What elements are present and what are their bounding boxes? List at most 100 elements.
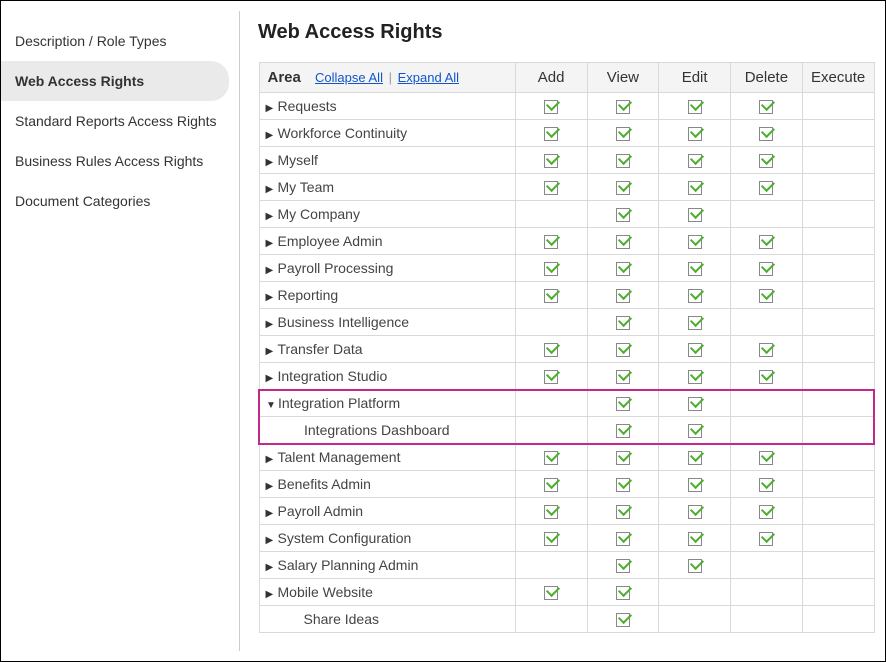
area-label[interactable]: Business Intelligence (278, 314, 410, 330)
checkbox-add[interactable] (544, 505, 558, 519)
area-label[interactable]: System Configuration (278, 530, 412, 546)
checkbox-add[interactable] (544, 100, 558, 114)
chevron-right-icon[interactable]: ▶ (266, 535, 276, 546)
area-label[interactable]: Myself (278, 152, 318, 168)
area-label[interactable]: Workforce Continuity (278, 125, 408, 141)
checkbox-edit[interactable] (688, 289, 702, 303)
checkbox-view[interactable] (616, 181, 630, 195)
checkbox-view[interactable] (616, 370, 630, 384)
sidebar-item-business-rules-access-rights[interactable]: Business Rules Access Rights (1, 141, 239, 181)
checkbox-add[interactable] (544, 127, 558, 141)
checkbox-add[interactable] (544, 451, 558, 465)
chevron-right-icon[interactable]: ▶ (266, 562, 276, 573)
checkbox-view[interactable] (616, 343, 630, 357)
area-label[interactable]: Employee Admin (278, 233, 383, 249)
checkbox-edit[interactable] (688, 451, 702, 465)
checkbox-view[interactable] (616, 397, 630, 411)
checkbox-edit[interactable] (688, 478, 702, 492)
chevron-right-icon[interactable]: ▶ (266, 211, 276, 222)
checkbox-edit[interactable] (688, 397, 702, 411)
checkbox-view[interactable] (616, 586, 630, 600)
checkbox-edit[interactable] (688, 100, 702, 114)
expand-all-link[interactable]: Expand All (398, 70, 459, 85)
checkbox-edit[interactable] (688, 154, 702, 168)
checkbox-view[interactable] (616, 208, 630, 222)
checkbox-add[interactable] (544, 532, 558, 546)
checkbox-view[interactable] (616, 262, 630, 276)
chevron-right-icon[interactable]: ▶ (266, 481, 276, 492)
checkbox-delete[interactable] (759, 235, 773, 249)
area-label[interactable]: My Company (278, 206, 360, 222)
chevron-right-icon[interactable]: ▶ (266, 157, 276, 168)
checkbox-delete[interactable] (759, 451, 773, 465)
checkbox-edit[interactable] (688, 532, 702, 546)
checkbox-view[interactable] (616, 235, 630, 249)
checkbox-add[interactable] (544, 154, 558, 168)
checkbox-view[interactable] (616, 127, 630, 141)
checkbox-delete[interactable] (759, 478, 773, 492)
sidebar-item-web-access-rights[interactable]: Web Access Rights (1, 61, 229, 101)
checkbox-edit[interactable] (688, 181, 702, 195)
checkbox-edit[interactable] (688, 424, 702, 438)
checkbox-add[interactable] (544, 235, 558, 249)
checkbox-view[interactable] (616, 100, 630, 114)
checkbox-add[interactable] (544, 343, 558, 357)
checkbox-edit[interactable] (688, 370, 702, 384)
checkbox-add[interactable] (544, 478, 558, 492)
checkbox-edit[interactable] (688, 559, 702, 573)
checkbox-edit[interactable] (688, 208, 702, 222)
checkbox-edit[interactable] (688, 505, 702, 519)
checkbox-edit[interactable] (688, 262, 702, 276)
area-label[interactable]: Mobile Website (278, 584, 373, 600)
checkbox-view[interactable] (616, 154, 630, 168)
area-label[interactable]: Integration Platform (278, 395, 400, 411)
chevron-right-icon[interactable]: ▶ (266, 589, 276, 600)
area-label[interactable]: Reporting (278, 287, 339, 303)
checkbox-delete[interactable] (759, 181, 773, 195)
checkbox-edit[interactable] (688, 127, 702, 141)
checkbox-delete[interactable] (759, 370, 773, 384)
chevron-right-icon[interactable]: ▶ (266, 454, 276, 465)
checkbox-view[interactable] (616, 559, 630, 573)
area-label[interactable]: Requests (278, 98, 337, 114)
checkbox-delete[interactable] (759, 100, 773, 114)
checkbox-add[interactable] (544, 370, 558, 384)
checkbox-view[interactable] (616, 289, 630, 303)
chevron-right-icon[interactable]: ▶ (266, 346, 276, 357)
checkbox-view[interactable] (616, 613, 630, 627)
chevron-right-icon[interactable]: ▶ (266, 103, 276, 114)
chevron-right-icon[interactable]: ▶ (266, 292, 276, 303)
chevron-right-icon[interactable]: ▶ (266, 130, 276, 141)
checkbox-add[interactable] (544, 262, 558, 276)
area-label[interactable]: Integration Studio (278, 368, 388, 384)
checkbox-edit[interactable] (688, 343, 702, 357)
checkbox-view[interactable] (616, 316, 630, 330)
chevron-right-icon[interactable]: ▶ (266, 184, 276, 195)
area-label[interactable]: Benefits Admin (278, 476, 371, 492)
checkbox-delete[interactable] (759, 154, 773, 168)
chevron-right-icon[interactable]: ▶ (266, 265, 276, 276)
checkbox-view[interactable] (616, 478, 630, 492)
checkbox-add[interactable] (544, 586, 558, 600)
checkbox-view[interactable] (616, 451, 630, 465)
checkbox-add[interactable] (544, 181, 558, 195)
checkbox-add[interactable] (544, 289, 558, 303)
checkbox-view[interactable] (616, 505, 630, 519)
sidebar-item-document-categories[interactable]: Document Categories (1, 181, 239, 221)
sidebar-item-standard-reports-access-rights[interactable]: Standard Reports Access Rights (1, 101, 239, 141)
checkbox-delete[interactable] (759, 262, 773, 276)
checkbox-edit[interactable] (688, 235, 702, 249)
checkbox-view[interactable] (616, 532, 630, 546)
area-label[interactable]: Salary Planning Admin (278, 557, 419, 573)
checkbox-delete[interactable] (759, 343, 773, 357)
collapse-all-link[interactable]: Collapse All (315, 70, 383, 85)
checkbox-edit[interactable] (688, 316, 702, 330)
checkbox-delete[interactable] (759, 505, 773, 519)
checkbox-delete[interactable] (759, 289, 773, 303)
area-label[interactable]: My Team (278, 179, 335, 195)
area-label[interactable]: Talent Management (278, 449, 401, 465)
area-label[interactable]: Payroll Admin (278, 503, 364, 519)
checkbox-view[interactable] (616, 424, 630, 438)
chevron-down-icon[interactable]: ▼ (266, 400, 276, 411)
chevron-right-icon[interactable]: ▶ (266, 238, 276, 249)
